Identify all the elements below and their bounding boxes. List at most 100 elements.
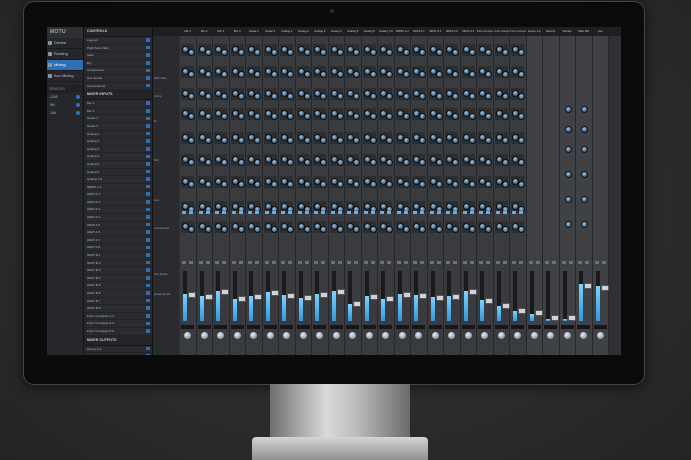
solo-button[interactable] bbox=[238, 261, 243, 264]
checkbox-icon[interactable] bbox=[146, 329, 150, 333]
mixer-input-toggle[interactable]: From Computer 1-2 bbox=[84, 313, 152, 321]
eq-knob[interactable] bbox=[435, 137, 443, 144]
volume-fader[interactable] bbox=[320, 291, 328, 298]
send-knob[interactable] bbox=[581, 106, 588, 113]
eq-knob[interactable] bbox=[254, 49, 261, 56]
volume-fader[interactable] bbox=[518, 307, 526, 314]
nav-item-routing[interactable]: Routing bbox=[47, 49, 83, 60]
pan-knob[interactable] bbox=[250, 332, 257, 339]
control-toggle[interactable]: Legend bbox=[84, 37, 152, 45]
enable-button[interactable] bbox=[363, 211, 368, 214]
send-knob[interactable] bbox=[581, 221, 588, 228]
eq-knob[interactable] bbox=[320, 181, 327, 188]
mute-button[interactable] bbox=[396, 261, 401, 264]
solo-button[interactable] bbox=[337, 261, 342, 264]
eq-knob[interactable] bbox=[518, 226, 525, 233]
eq-knob[interactable] bbox=[254, 93, 261, 100]
eq-knob[interactable] bbox=[204, 137, 212, 144]
control-toggle[interactable]: Compressor bbox=[84, 67, 152, 75]
checkbox-icon[interactable] bbox=[146, 131, 150, 136]
pan-knob[interactable] bbox=[563, 332, 571, 339]
eq-knob[interactable] bbox=[287, 226, 294, 233]
eq-knob[interactable] bbox=[518, 137, 525, 144]
eq-knob[interactable] bbox=[353, 71, 360, 78]
enable-button[interactable] bbox=[255, 211, 259, 214]
eq-knob[interactable] bbox=[270, 113, 278, 120]
eq-knob[interactable] bbox=[369, 113, 377, 120]
eq-knob[interactable] bbox=[518, 71, 525, 78]
eq-knob[interactable] bbox=[369, 226, 377, 233]
eq-knob[interactable] bbox=[270, 137, 278, 144]
enable-button[interactable] bbox=[429, 211, 434, 214]
eq-knob[interactable] bbox=[501, 137, 509, 144]
mute-button[interactable] bbox=[248, 261, 252, 264]
eq-knob[interactable] bbox=[320, 226, 327, 233]
volume-fader[interactable] bbox=[237, 296, 246, 303]
pan-knob[interactable] bbox=[233, 332, 241, 339]
volume-fader[interactable] bbox=[254, 294, 262, 300]
enable-button[interactable] bbox=[314, 211, 318, 214]
send-knob[interactable] bbox=[564, 221, 572, 228]
eq-knob[interactable] bbox=[485, 93, 492, 100]
mixer-input-toggle[interactable]: SPDIF 1-2 bbox=[84, 184, 152, 192]
eq-knob[interactable] bbox=[485, 49, 492, 56]
enable-button[interactable] bbox=[495, 211, 500, 214]
mixer-input-toggle[interactable]: ADAT A 6 bbox=[84, 229, 152, 237]
volume-fader[interactable] bbox=[369, 294, 378, 300]
eq-knob[interactable] bbox=[501, 113, 509, 120]
checkbox-icon[interactable] bbox=[146, 60, 150, 65]
pan-knob[interactable] bbox=[398, 332, 406, 339]
eq-knob[interactable] bbox=[221, 71, 228, 78]
eq-knob[interactable] bbox=[270, 159, 278, 166]
eq-knob[interactable] bbox=[336, 159, 344, 166]
mixer-input-toggle[interactable]: ADAT A 1 bbox=[84, 191, 152, 199]
mixer-input-toggle[interactable]: ADAT A 4 bbox=[84, 214, 152, 222]
checkbox-icon[interactable] bbox=[146, 169, 150, 174]
eq-knob[interactable] bbox=[336, 71, 344, 78]
eq-knob[interactable] bbox=[188, 49, 195, 56]
solo-button[interactable] bbox=[585, 261, 589, 264]
solo-button[interactable] bbox=[436, 261, 441, 264]
volume-fader[interactable] bbox=[287, 293, 295, 300]
eq-knob[interactable] bbox=[188, 113, 195, 120]
eq-knob[interactable] bbox=[369, 137, 377, 144]
solo-button[interactable] bbox=[601, 261, 606, 264]
solo-button[interactable] bbox=[469, 261, 474, 264]
enable-button[interactable] bbox=[271, 211, 276, 214]
solo-button[interactable] bbox=[222, 261, 226, 264]
eq-knob[interactable] bbox=[270, 93, 278, 100]
checkbox-icon[interactable] bbox=[146, 192, 150, 197]
eq-knob[interactable] bbox=[435, 71, 443, 78]
volume-fader[interactable] bbox=[353, 300, 361, 307]
enable-button[interactable] bbox=[462, 211, 467, 214]
checkbox-icon[interactable] bbox=[146, 215, 150, 219]
pan-knob[interactable] bbox=[448, 332, 455, 339]
eq-knob[interactable] bbox=[303, 159, 311, 166]
checkbox-icon[interactable] bbox=[146, 108, 150, 113]
mixer-input-toggle[interactable]: ADAT B 7 bbox=[84, 298, 152, 306]
enable-button[interactable] bbox=[198, 211, 203, 214]
checkbox-icon[interactable] bbox=[146, 53, 150, 57]
mixer-input-toggle[interactable]: ADAT B 5 bbox=[84, 282, 152, 290]
eq-knob[interactable] bbox=[452, 137, 459, 144]
eq-knob[interactable] bbox=[237, 159, 245, 166]
enable-button[interactable] bbox=[248, 211, 252, 214]
eq-knob[interactable] bbox=[254, 137, 261, 144]
eq-knob[interactable] bbox=[204, 181, 212, 188]
pan-knob[interactable] bbox=[266, 332, 274, 339]
mute-button[interactable] bbox=[182, 261, 186, 264]
pan-knob[interactable] bbox=[365, 332, 373, 339]
eq-knob[interactable] bbox=[386, 226, 393, 233]
pan-knob[interactable] bbox=[349, 332, 356, 339]
checkbox-icon[interactable] bbox=[146, 222, 150, 227]
device-item[interactable]: 8M bbox=[47, 101, 83, 109]
mute-button[interactable] bbox=[578, 261, 582, 264]
volume-fader[interactable] bbox=[534, 310, 543, 317]
eq-knob[interactable] bbox=[188, 93, 195, 100]
mixer-input-toggle[interactable]: Analog 1 bbox=[84, 131, 152, 139]
solo-button[interactable] bbox=[304, 261, 309, 264]
eq-knob[interactable] bbox=[468, 181, 476, 188]
eq-knob[interactable] bbox=[188, 71, 195, 78]
eq-knob[interactable] bbox=[188, 226, 195, 233]
eq-knob[interactable] bbox=[254, 159, 261, 166]
